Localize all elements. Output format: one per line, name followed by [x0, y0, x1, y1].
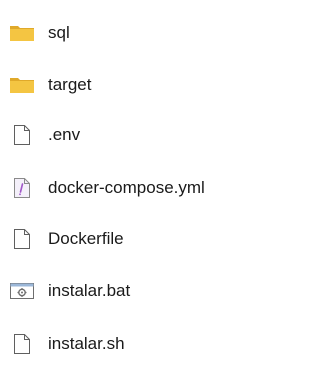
file-row-target[interactable]: target	[0, 68, 280, 102]
file-name: Dockerfile	[48, 229, 124, 248]
file-name: docker-compose.yml	[48, 178, 205, 197]
file-row-docker-compose[interactable]: docker-compose.yml	[0, 171, 280, 205]
file-row-dockerfile[interactable]: Dockerfile	[0, 222, 280, 256]
file-name: sql	[48, 23, 70, 42]
file-row-env[interactable]: .env	[0, 118, 280, 152]
yaml-file-icon	[8, 176, 36, 200]
folder-icon	[8, 73, 36, 97]
file-icon	[8, 227, 36, 251]
file-name: instalar.sh	[48, 334, 125, 353]
file-name: target	[48, 75, 92, 94]
file-list: sql target .env docker-compose.yml Docke…	[0, 0, 280, 376]
file-icon	[8, 332, 36, 356]
file-name: .env	[48, 125, 81, 144]
file-row-instalar-bat[interactable]: instalar.bat	[0, 274, 280, 308]
file-name: instalar.bat	[48, 281, 131, 300]
file-icon	[8, 123, 36, 147]
folder-icon	[8, 21, 36, 45]
batch-file-icon	[8, 279, 36, 303]
file-row-sql[interactable]: sql	[0, 16, 280, 50]
file-row-instalar-sh[interactable]: instalar.sh	[0, 327, 280, 361]
